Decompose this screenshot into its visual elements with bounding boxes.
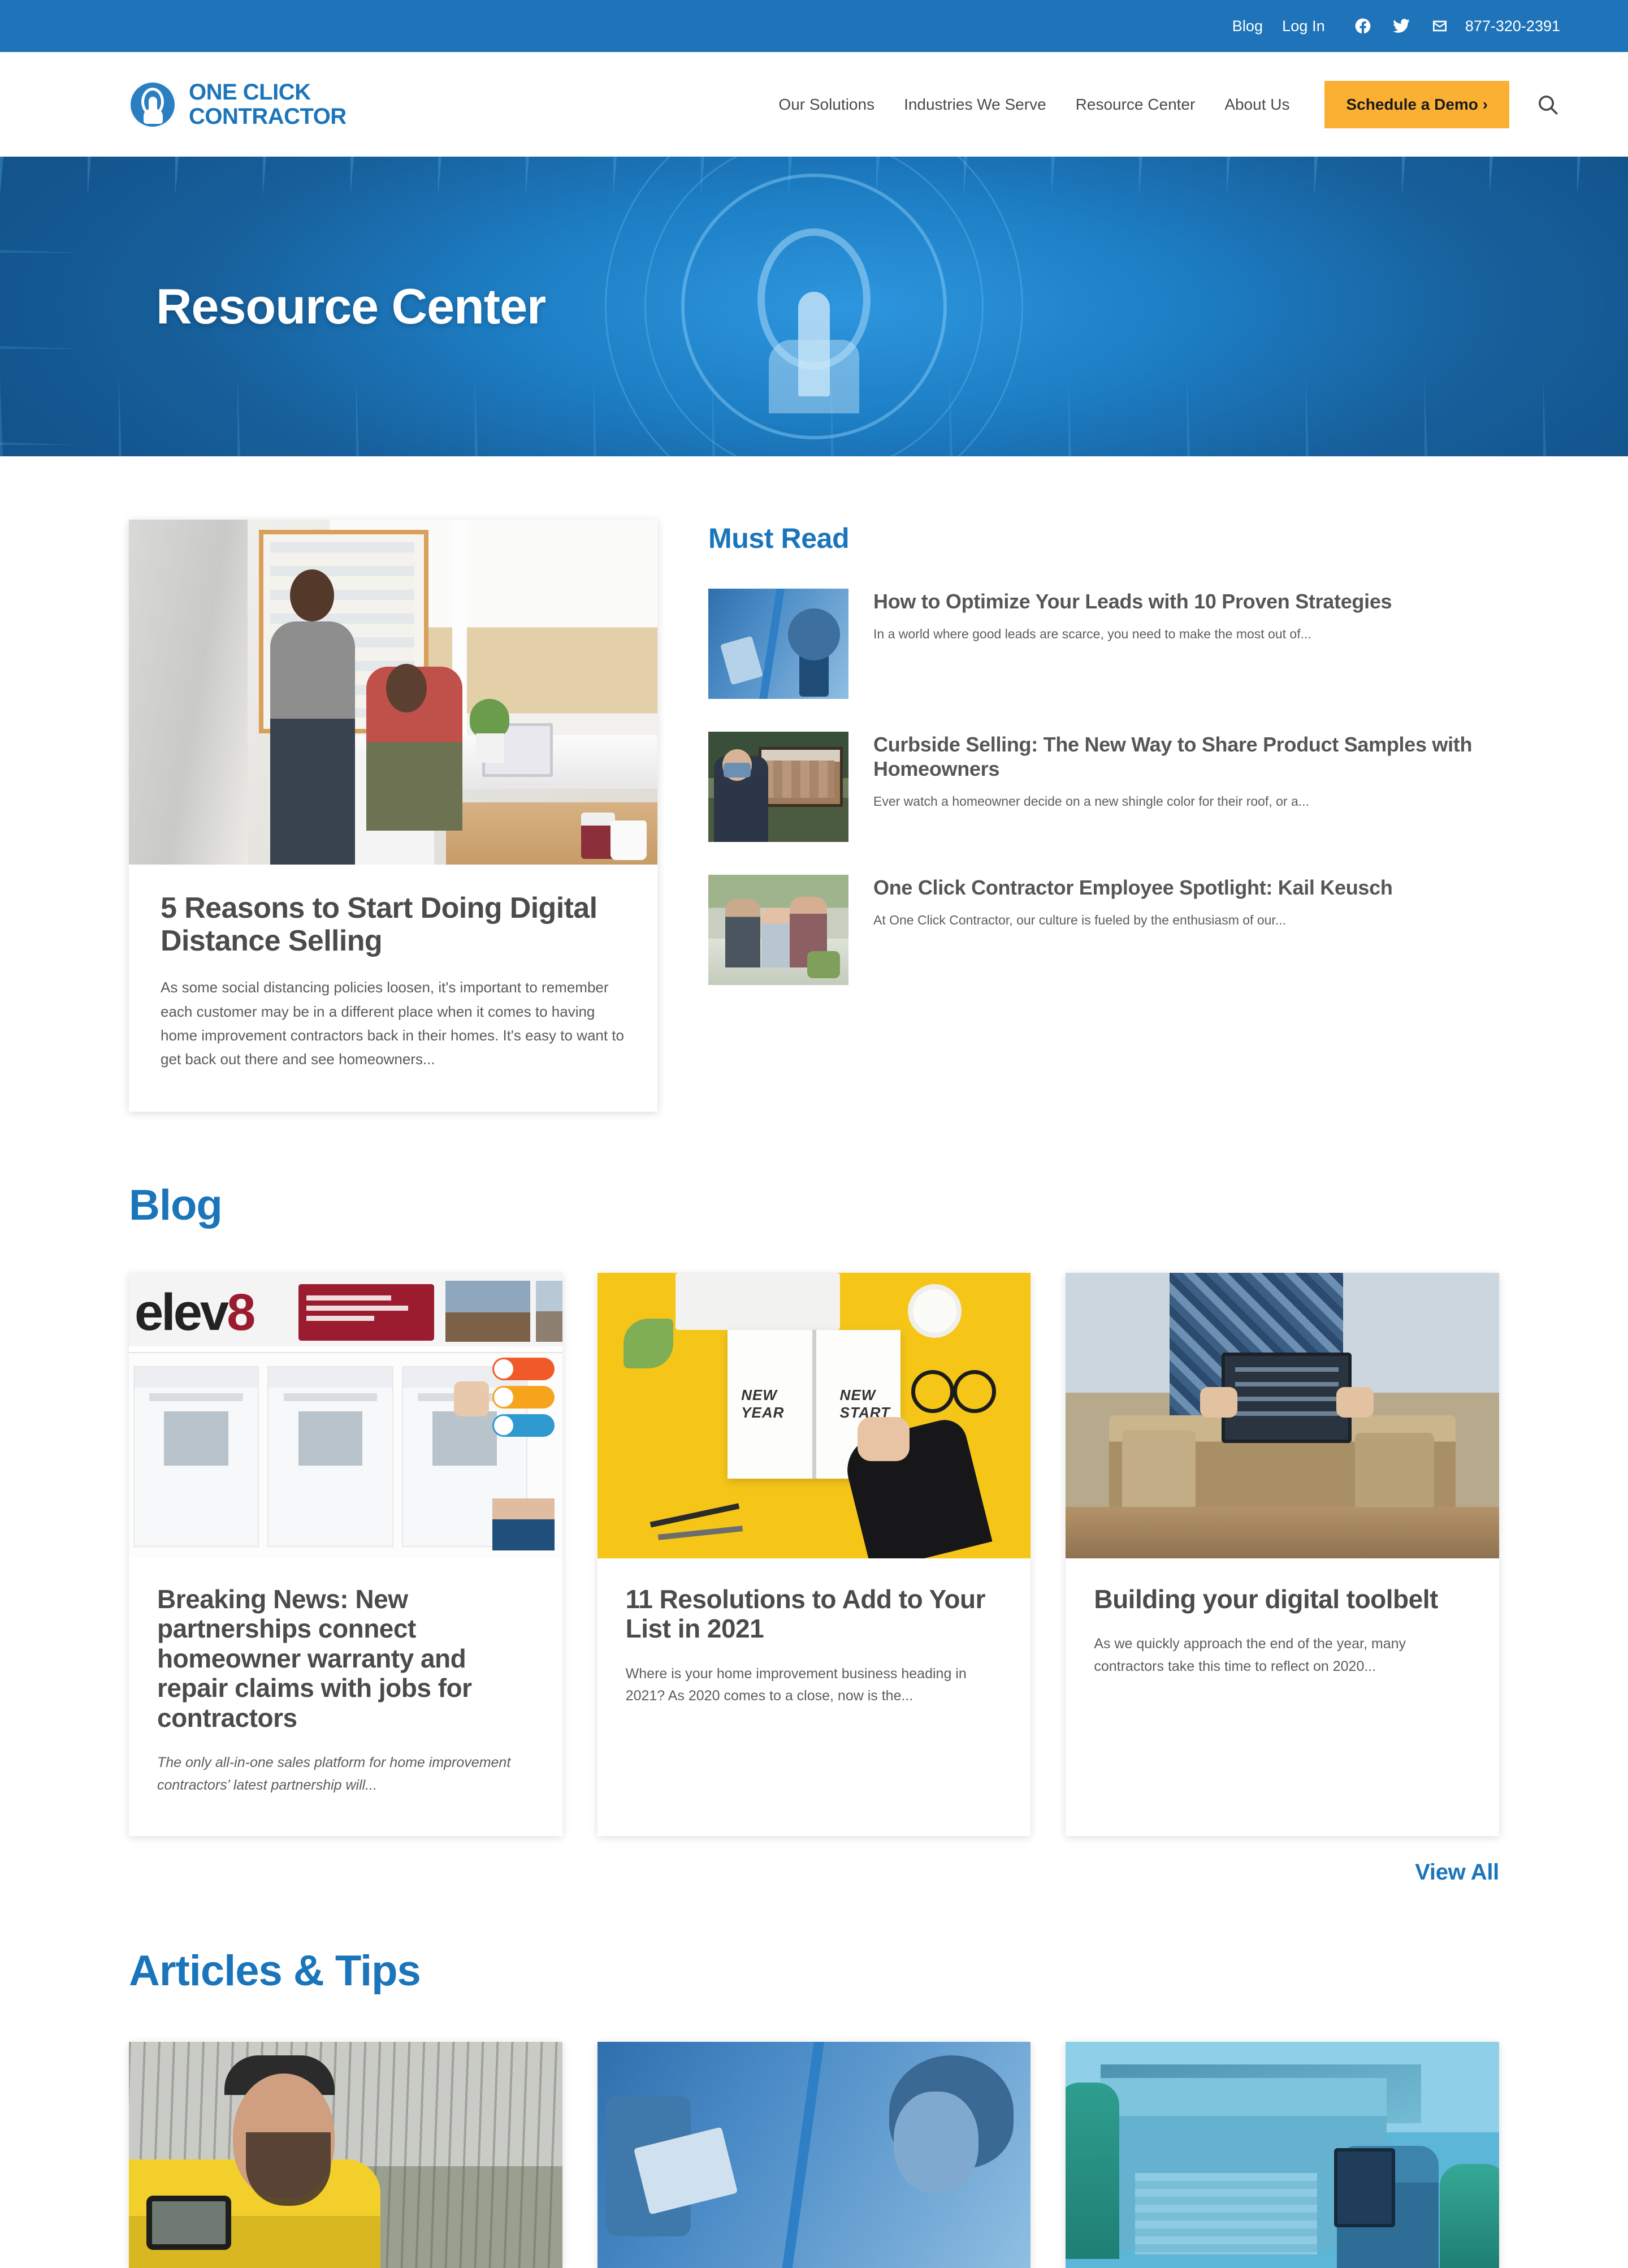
featured-article-card[interactable]: 5 Reasons to Start Doing Digital Distanc… — [129, 520, 657, 1112]
article-card-image — [1066, 2042, 1500, 2268]
article-card-image — [129, 2042, 562, 2268]
site-header: ONE CLICK CONTRACTOR Our Solutions Indus… — [0, 52, 1628, 157]
articles-and-tips-heading: Articles & Tips — [129, 1947, 421, 1995]
logo-line-1: ONE CLICK — [189, 80, 311, 105]
must-read-item-title[interactable]: How to Optimize Your Leads with 10 Prove… — [873, 590, 1499, 614]
site-logo[interactable]: ONE CLICK CONTRACTOR — [129, 80, 347, 128]
article-card[interactable] — [597, 2042, 1031, 2268]
nav-item-our-solutions[interactable]: Our Solutions — [778, 96, 874, 114]
must-read-thumbnail — [708, 589, 848, 699]
blog-heading: Blog — [129, 1181, 223, 1229]
must-read-thumbnail — [708, 875, 848, 985]
blog-card-title[interactable]: 11 Resolutions to Add to Your List in 20… — [626, 1584, 1003, 1644]
blog-card-image: elev8 — [129, 1272, 562, 1558]
nav-item-resource-center[interactable]: Resource Center — [1076, 96, 1196, 114]
envelope-icon[interactable] — [1430, 16, 1449, 36]
blog-card[interactable]: Building your digital toolbelt As we qui… — [1066, 1272, 1500, 1837]
logo-line-2: CONTRACTOR — [189, 103, 347, 129]
main-navigation: Our Solutions Industries We Serve Resour… — [749, 80, 1560, 128]
articles-and-tips-section: Articles & Tips — [129, 1885, 1500, 2268]
article-card[interactable] — [1066, 2042, 1500, 2268]
search-icon[interactable] — [1535, 92, 1560, 117]
page-title: Resource Center — [156, 278, 546, 334]
blog-section: Blog elev8 Breaking News: New partnershi… — [129, 1112, 1499, 1885]
logo-wordmark: ONE CLICK CONTRACTOR — [189, 80, 347, 128]
phone-number-link[interactable]: 877-320-2391 — [1465, 18, 1560, 35]
featured-article-image — [129, 520, 657, 865]
featured-article-excerpt: As some social distancing policies loose… — [161, 979, 624, 1068]
must-read-item[interactable]: How to Optimize Your Leads with 10 Prove… — [708, 589, 1499, 699]
must-read-item-excerpt: Ever watch a homeowner decide on a new s… — [873, 793, 1309, 809]
blog-card[interactable]: elev8 Breaking News: New partnerships co… — [129, 1272, 562, 1837]
blog-card-excerpt: As we quickly approach the end of the ye… — [1094, 1636, 1406, 1674]
blog-card-image — [1066, 1272, 1500, 1558]
topbar-link-blog[interactable]: Blog — [1232, 18, 1263, 35]
article-card-image — [597, 2042, 1031, 2268]
blog-card-title[interactable]: Breaking News: New partnerships connect … — [157, 1584, 534, 1733]
view-all-link[interactable]: View All — [1415, 1860, 1499, 1885]
page-hero: Resource Center — [0, 157, 1628, 456]
topbar-link-login[interactable]: Log In — [1282, 18, 1325, 35]
must-read-item[interactable]: One Click Contractor Employee Spotlight:… — [708, 875, 1499, 985]
must-read-item-excerpt: At One Click Contractor, our culture is … — [873, 912, 1286, 927]
nav-item-about-us[interactable]: About Us — [1224, 96, 1289, 114]
must-read-item-excerpt: In a world where good leads are scarce, … — [873, 626, 1311, 641]
facebook-icon[interactable] — [1353, 16, 1372, 36]
blog-card-excerpt: Where is your home improvement business … — [625, 1665, 967, 1704]
must-read-item-title[interactable]: Curbside Selling: The New Way to Share P… — [873, 733, 1499, 781]
nav-item-industries-we-serve[interactable]: Industries We Serve — [904, 96, 1046, 114]
featured-article-title[interactable]: 5 Reasons to Start Doing Digital Distanc… — [161, 892, 626, 957]
blog-card-title[interactable]: Building your digital toolbelt — [1094, 1584, 1471, 1614]
must-read-item[interactable]: Curbside Selling: The New Way to Share P… — [708, 732, 1499, 842]
utility-bar: Blog Log In 877-320-2391 — [0, 0, 1628, 52]
must-read-heading: Must Read — [708, 522, 850, 554]
article-card[interactable] — [129, 2042, 562, 2268]
blog-card[interactable]: NEW YEAR NEW START 11 Resolutions to Add to… — [597, 1272, 1031, 1837]
blog-card-image: NEW YEAR NEW START — [597, 1272, 1031, 1558]
featured-and-mustread-section: 5 Reasons to Start Doing Digital Distanc… — [129, 456, 1499, 1112]
must-read-thumbnail — [708, 732, 848, 842]
one-click-touch-icon — [129, 80, 176, 128]
must-read-item-title[interactable]: One Click Contractor Employee Spotlight:… — [873, 876, 1499, 900]
twitter-icon[interactable] — [1392, 16, 1411, 36]
blog-card-excerpt: The only all-in-one sales platform for h… — [157, 1755, 511, 1793]
social-icons — [1353, 16, 1449, 36]
must-read-section: Must Read How to Optimize Your Leads wit… — [708, 520, 1499, 1112]
schedule-a-demo-button[interactable]: Schedule a Demo › — [1324, 80, 1509, 128]
